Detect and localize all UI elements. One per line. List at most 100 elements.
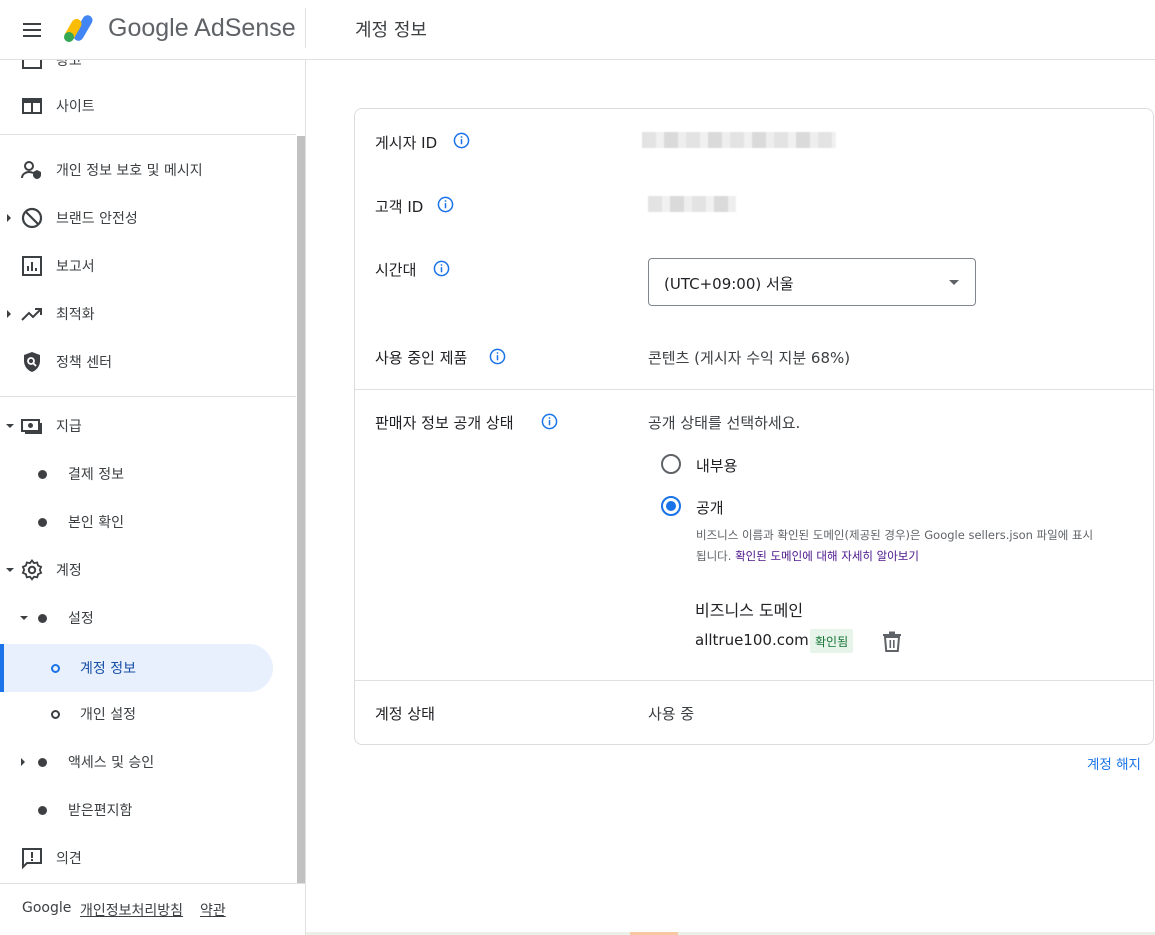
sidebar-item-identity[interactable]: 본인 확인 — [0, 498, 296, 546]
publisher-id-label: 게시자 ID — [375, 134, 438, 152]
sidebar-item-label: 개인 정보 보호 및 메시지 — [56, 163, 203, 179]
collapse-caret-icon[interactable] — [20, 616, 28, 620]
payments-icon — [21, 419, 42, 434]
seller-help-text: 비즈니스 이름과 확인된 도메인(제공된 경우)은 Google sellers… — [696, 525, 1096, 567]
sidebar-item-ads[interactable]: 광고 — [0, 60, 296, 84]
expand-caret-icon[interactable] — [7, 214, 11, 222]
sidebar-item-label: 액세스 및 승인 — [68, 755, 155, 771]
bullet-dot — [38, 614, 47, 623]
verified-badge: 확인됨 — [810, 629, 854, 653]
sidebar-item-personal-settings[interactable]: 개인 설정 — [0, 690, 296, 738]
sidebar-nav: 광고 사이트 개인 정보 보호 및 메시지 브랜드 안전성 보고서 최적화 정책… — [0, 60, 306, 935]
brand-name: Google AdSense — [108, 14, 296, 42]
privacy-policy-link[interactable]: 개인정보처리방침 — [80, 900, 183, 920]
card-divider — [355, 680, 1153, 681]
timezone-label: 시간대 — [375, 261, 417, 279]
sidebar-item-label: 계정 — [56, 563, 82, 579]
block-icon — [21, 207, 43, 229]
sidebar-item-account[interactable]: 계정 — [0, 546, 296, 594]
sidebar-item-settings[interactable]: 설정 — [0, 594, 296, 642]
sidebar-item-optimization[interactable]: 최적화 — [0, 290, 296, 338]
adsense-logo — [64, 15, 93, 42]
expand-caret-icon[interactable] — [21, 758, 25, 766]
products-value: 콘텐츠 (게시자 수익 지분 68%) — [648, 349, 851, 367]
sidebar-scrollbar[interactable] — [297, 136, 305, 884]
trash-icon[interactable] — [882, 631, 902, 653]
sidebar-item-access[interactable]: 액세스 및 승인 — [0, 738, 296, 786]
privacy-icon — [21, 161, 41, 179]
timezone-select[interactable]: (UTC+09:00) 서울 — [648, 258, 976, 306]
sidebar-item-label: 개인 설정 — [80, 707, 136, 723]
radio-public-label[interactable]: 공개 — [696, 497, 724, 518]
sidebar-item-label: 결제 정보 — [68, 467, 124, 483]
ads-icon — [22, 60, 42, 69]
sidebar-item-label: 사이트 — [56, 99, 95, 115]
trending-up-icon — [21, 308, 42, 321]
shield-icon — [24, 352, 40, 372]
sidebar-item-label: 지급 — [56, 419, 82, 435]
info-icon[interactable] — [433, 260, 450, 277]
sidebar-divider — [0, 134, 296, 135]
business-domain-title: 비즈니스 도메인 — [695, 601, 804, 620]
sidebar-item-account-info[interactable]: 계정 정보 — [0, 644, 273, 692]
sidebar-item-label: 받은편지함 — [68, 803, 133, 819]
sidebar-item-label: 정책 센터 — [56, 355, 112, 371]
customer-id-redacted — [648, 196, 736, 212]
info-icon[interactable] — [489, 348, 506, 365]
seller-visibility-prompt: 공개 상태를 선택하세요. — [648, 414, 801, 432]
radio-internal[interactable] — [661, 454, 681, 474]
sidebar-footer: Google 개인정보처리방침 약관 — [0, 883, 305, 935]
info-icon[interactable] — [437, 196, 454, 213]
products-label: 사용 중인 제품 — [375, 349, 468, 367]
sidebar-item-label: 브랜드 안전성 — [56, 211, 138, 227]
bullet-dot — [38, 470, 47, 479]
sidebar-item-label: 의견 — [56, 851, 82, 867]
header-divider — [305, 8, 306, 48]
sidebar-item-label: 최적화 — [56, 307, 95, 323]
sidebar-item-reports[interactable]: 보고서 — [0, 242, 296, 290]
collapse-caret-icon[interactable] — [6, 568, 14, 572]
customer-id-label: 고객 ID — [375, 198, 424, 216]
bullet-ring — [51, 664, 60, 673]
publisher-id-redacted — [642, 132, 836, 148]
sidebar-item-privacy[interactable]: 개인 정보 보호 및 메시지 — [0, 146, 296, 194]
sidebar-item-label: 광고 — [56, 60, 82, 69]
sites-icon — [22, 98, 42, 114]
timezone-selected-value: (UTC+09:00) 서울 — [664, 275, 794, 293]
sidebar-item-label: 설정 — [68, 611, 94, 627]
sidebar-item-feedback[interactable]: 의견 — [0, 834, 296, 882]
gear-icon — [21, 559, 43, 581]
sidebar-item-label: 보고서 — [56, 259, 95, 275]
terminate-account-link[interactable]: 계정 해지 — [1087, 753, 1141, 773]
radio-internal-label[interactable]: 내부용 — [696, 455, 737, 476]
expand-caret-icon[interactable] — [7, 310, 11, 318]
collapse-caret-icon[interactable] — [6, 424, 14, 428]
sidebar-item-billing-info[interactable]: 결제 정보 — [0, 450, 296, 498]
account-status-label: 계정 상태 — [375, 705, 435, 723]
bullet-dot — [38, 518, 47, 527]
sidebar-item-label: 계정 정보 — [80, 661, 136, 677]
account-info-card: 게시자 ID 고객 ID 시간대 (UTC+09:00) 서울 사용 중인 제품… — [354, 108, 1154, 745]
sidebar-item-sites[interactable]: 사이트 — [0, 82, 296, 130]
sidebar-item-payments[interactable]: 지급 — [0, 402, 296, 450]
card-divider — [355, 389, 1153, 390]
sidebar-item-policy-center[interactable]: 정책 센터 — [0, 338, 296, 386]
radio-public[interactable] — [661, 496, 681, 516]
bullet-dot — [38, 806, 47, 815]
learn-more-link[interactable]: 확인된 도메인에 대해 자세히 알아보기 — [735, 549, 919, 563]
sidebar-item-inbox[interactable]: 받은편지함 — [0, 786, 296, 834]
top-app-bar: Google AdSense 계정 정보 — [0, 0, 1155, 60]
report-icon — [22, 256, 42, 276]
dropdown-arrow-icon — [949, 280, 959, 285]
page-title: 계정 정보 — [355, 20, 427, 41]
info-icon[interactable] — [453, 132, 470, 149]
active-indicator — [0, 644, 4, 692]
info-icon[interactable] — [541, 413, 558, 430]
terms-link[interactable]: 약관 — [200, 900, 226, 920]
account-status-value: 사용 중 — [648, 705, 695, 723]
sidebar-item-label: 본인 확인 — [68, 515, 124, 531]
seller-visibility-label: 판매자 정보 공개 상태 — [375, 414, 514, 432]
feedback-icon — [22, 848, 42, 870]
sidebar-item-brand-safety[interactable]: 브랜드 안전성 — [0, 194, 296, 242]
menu-icon[interactable] — [20, 18, 44, 42]
